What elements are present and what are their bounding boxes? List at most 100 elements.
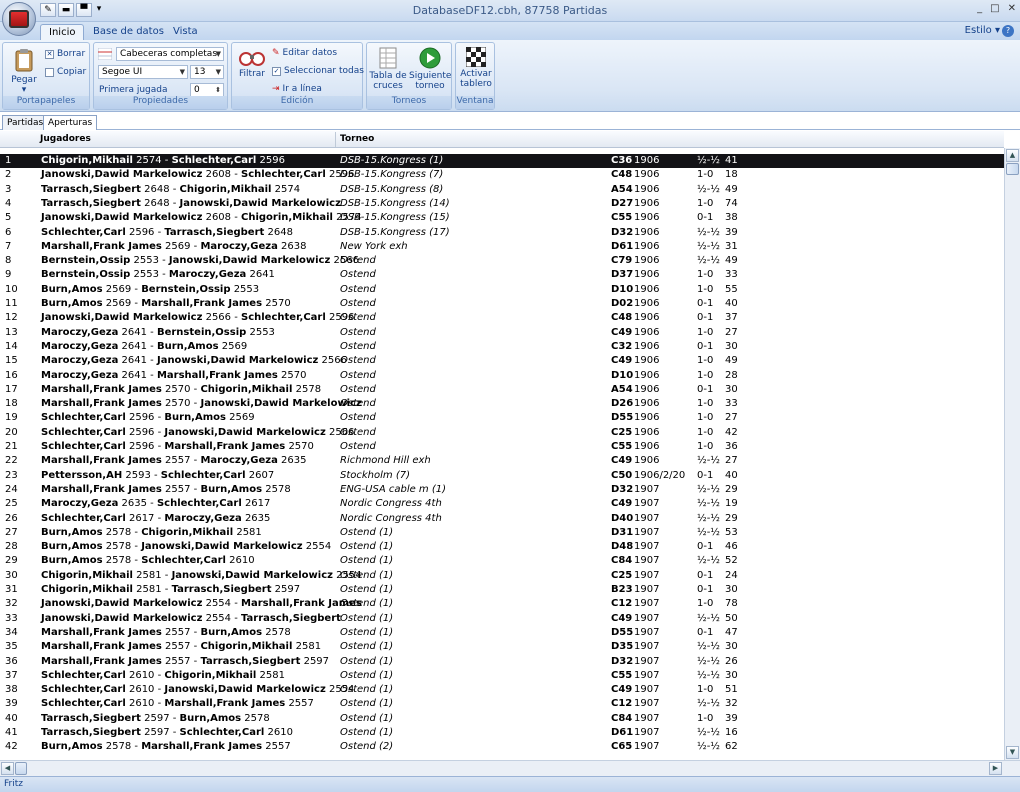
table-row[interactable]: 18 Marshall,Frank James 2570 - Janowski,D… (0, 397, 1004, 411)
table-row[interactable]: 25 Maroczy,Geza 2635 - Schlechter,Carl 26… (0, 497, 1004, 511)
next-tournament-button[interactable]: Siguiente torneo (409, 47, 451, 91)
column-divider[interactable] (335, 132, 336, 147)
table-row[interactable]: 36 Marshall,Frank James 2557 - Tarrasch,S… (0, 655, 1004, 669)
tab-vista[interactable]: Vista (165, 24, 206, 40)
white-elo: 2578 (105, 526, 132, 538)
column-header-players[interactable]: Jugadores (40, 134, 91, 144)
table-row[interactable]: 15 Maroczy,Geza 2641 - Janowski,Dawid Mar… (0, 354, 1004, 368)
copy-button[interactable]: Copiar (45, 67, 86, 77)
first-move-stepper[interactable]: 0 ⬍ (190, 83, 224, 97)
row-number: 34 (5, 626, 18, 638)
table-row[interactable]: 20 Schlechter,Carl 2596 - Janowski,Dawid … (0, 426, 1004, 440)
table-row[interactable]: 19 Schlechter,Carl 2596 - Burn,Amos 2569 O… (0, 411, 1004, 425)
table-row[interactable]: 1 Chigorin,Mikhail 2574 - Schlechter,Carl… (0, 154, 1004, 169)
table-row[interactable]: 12 Janowski,Dawid Markelowicz 2566 - Schl… (0, 311, 1004, 325)
table-row[interactable]: 16 Maroczy,Geza 2641 - Marshall,Frank Jam… (0, 369, 1004, 383)
players-cell: Pettersson,AH 2593 - Schlechter,Carl 260… (41, 469, 275, 481)
players-cell: Schlechter,Carl 2617 - Maroczy,Geza 2635 (41, 512, 271, 524)
table-row[interactable]: 31 Chigorin,Mikhail 2581 - Tarrasch,Siegb… (0, 583, 1004, 597)
tab-base-de-datos[interactable]: Base de datos (85, 24, 172, 40)
row-number: 37 (5, 669, 18, 681)
select-all-button[interactable]: ✓ Seleccionar todas (272, 66, 364, 76)
style-menu[interactable]: Estilo ▾ (965, 25, 1000, 36)
activate-board-button[interactable]: Activar tablero (457, 47, 495, 89)
close-button[interactable]: ✕ (1008, 3, 1016, 14)
table-row[interactable]: 5 Janowski,Dawid Markelowicz 2608 - Chigo… (0, 211, 1004, 225)
black-elo: 2557 (265, 741, 291, 753)
table-row[interactable]: 17 Marshall,Frank James 2570 - Chigorin,M… (0, 383, 1004, 397)
table-row[interactable]: 41 Tarrasch,Siegbert 2597 - Schlechter,Ca… (0, 726, 1004, 740)
scroll-left-icon[interactable]: ◀ (1, 762, 14, 775)
table-row[interactable]: 2 Janowski,Dawid Markelowicz 2608 - Schle… (0, 168, 1004, 182)
delete-button[interactable]: ✕ Borrar (45, 49, 85, 59)
table-row[interactable]: 13 Maroczy,Geza 2641 - Bernstein,Ossip 25… (0, 326, 1004, 340)
row-number: 32 (5, 598, 18, 610)
table-row[interactable]: 34 Marshall,Frank James 2557 - Burn,Amos … (0, 626, 1004, 640)
table-row[interactable]: 3 Tarrasch,Siegbert 2648 - Chigorin,Mikha… (0, 183, 1004, 197)
row-number: 41 (5, 727, 18, 738)
scroll-thumb[interactable] (1006, 163, 1019, 175)
table-row[interactable]: 35 Marshall,Frank James 2557 - Chigorin,M… (0, 640, 1004, 654)
table-row[interactable]: 29 Burn,Amos 2578 - Schlechter,Carl 2610 O… (0, 554, 1004, 568)
table-row[interactable]: 40 Tarrasch,Siegbert 2597 - Burn,Amos 257… (0, 712, 1004, 726)
black-player: Schlechter,Carl (241, 312, 326, 324)
tab-aperturas[interactable]: Aperturas (43, 115, 98, 130)
table-row[interactable]: 27 Burn,Amos 2578 - Chigorin,Mikhail 2581… (0, 526, 1004, 540)
games-list: 1 Chigorin,Mikhail 2574 - Schlechter,Carl… (0, 148, 1004, 760)
year-cell: 1907 (634, 569, 660, 581)
table-row[interactable]: 39 Schlechter,Carl 2610 - Marshall,Frank … (0, 697, 1004, 711)
maximize-button[interactable]: □ (990, 3, 999, 14)
minimize-button[interactable]: _ (977, 3, 982, 14)
table-row[interactable]: 26 Schlechter,Carl 2617 - Maroczy,Geza 26… (0, 512, 1004, 526)
filter-button[interactable]: Filtrar (235, 49, 269, 79)
horizontal-scrollbar[interactable]: ◀ ▶ (0, 760, 1020, 776)
goto-line-button[interactable]: ⇥ Ir a línea (272, 84, 322, 94)
scroll-right-icon[interactable]: ▶ (989, 762, 1002, 775)
table-row[interactable]: 21 Schlechter,Carl 2596 - Marshall,Frank … (0, 440, 1004, 454)
table-row[interactable]: 7 Marshall,Frank James 2569 - Maroczy,Gez… (0, 240, 1004, 254)
edit-data-button[interactable]: ✎ Editar datos (272, 48, 337, 58)
table-row[interactable]: 22 Marshall,Frank James 2557 - Maroczy,Ge… (0, 454, 1004, 468)
tournament-cell: Ostend (340, 355, 376, 367)
scroll-down-icon[interactable]: ▼ (1006, 746, 1019, 759)
result-cell: 1-0 (697, 283, 714, 295)
help-icon[interactable]: ? (1002, 25, 1014, 37)
scroll-thumb[interactable] (15, 762, 27, 775)
table-row[interactable]: 9 Bernstein,Ossip 2553 - Maroczy,Geza 264… (0, 268, 1004, 282)
result-cell: ½-½ (697, 183, 720, 195)
eco-cell: C36 (611, 155, 633, 166)
year-cell: 1906 (634, 240, 660, 252)
table-row[interactable]: 24 Marshall,Frank James 2557 - Burn,Amos … (0, 483, 1004, 497)
paste-button[interactable]: Pegar ▾ (7, 47, 41, 95)
tournament-cell: Ostend (1) (340, 526, 394, 538)
tab-inicio[interactable]: Inicio (40, 24, 85, 40)
black-player: Janowski,Dawid Markelowicz (200, 398, 362, 410)
players-cell: Chigorin,Mikhail 2581 - Tarrasch,Siegber… (41, 584, 301, 595)
column-header-tournament[interactable]: Torneo (340, 134, 374, 144)
header-mode-select[interactable]: Cabeceras completas ▼ (116, 47, 224, 61)
result-cell: ½-½ (697, 526, 720, 538)
table-row[interactable]: 11 Burn,Amos 2569 - Marshall,Frank James … (0, 297, 1004, 311)
font-select[interactable]: Segoe UI ▼ (98, 65, 188, 79)
table-row[interactable]: 42 Burn,Amos 2578 - Marshall,Frank James … (0, 740, 1004, 754)
table-row[interactable]: 30 Chigorin,Mikhail 2581 - Janowski,Dawid… (0, 569, 1004, 583)
tab-partidas[interactable]: Partidas (2, 115, 49, 130)
moves-cell: 33 (725, 398, 738, 410)
scroll-up-icon[interactable]: ▲ (1006, 149, 1019, 162)
crosstable-button[interactable]: Tabla de cruces (369, 47, 407, 91)
table-row[interactable]: 8 Bernstein,Ossip 2553 - Janowski,Dawid M… (0, 254, 1004, 268)
table-row[interactable]: 38 Schlechter,Carl 2610 - Janowski,Dawid … (0, 683, 1004, 697)
table-row[interactable]: 10 Burn,Amos 2569 - Bernstein,Ossip 2553 O… (0, 283, 1004, 297)
table-row[interactable]: 4 Tarrasch,Siegbert 2648 - Janowski,Dawid… (0, 197, 1004, 211)
table-row[interactable]: 33 Janowski,Dawid Markelowicz 2554 - Tarr… (0, 612, 1004, 626)
application-menu-button[interactable] (2, 2, 36, 36)
tournament-cell: Ostend (1) (340, 655, 394, 667)
vertical-scrollbar[interactable]: ▲ ▼ (1004, 148, 1020, 760)
table-row[interactable]: 32 Janowski,Dawid Markelowicz 2554 - Mars… (0, 597, 1004, 611)
table-row[interactable]: 23 Pettersson,AH 2593 - Schlechter,Carl 2… (0, 469, 1004, 483)
table-row[interactable]: 28 Burn,Amos 2578 - Janowski,Dawid Markel… (0, 540, 1004, 554)
table-row[interactable]: 37 Schlechter,Carl 2610 - Chigorin,Mikhai… (0, 669, 1004, 683)
table-row[interactable]: 6 Schlechter,Carl 2596 - Tarrasch,Siegber… (0, 226, 1004, 240)
size-select[interactable]: 13 ▼ (190, 65, 224, 79)
table-row[interactable]: 14 Maroczy,Geza 2641 - Burn,Amos 2569 Oste… (0, 340, 1004, 354)
